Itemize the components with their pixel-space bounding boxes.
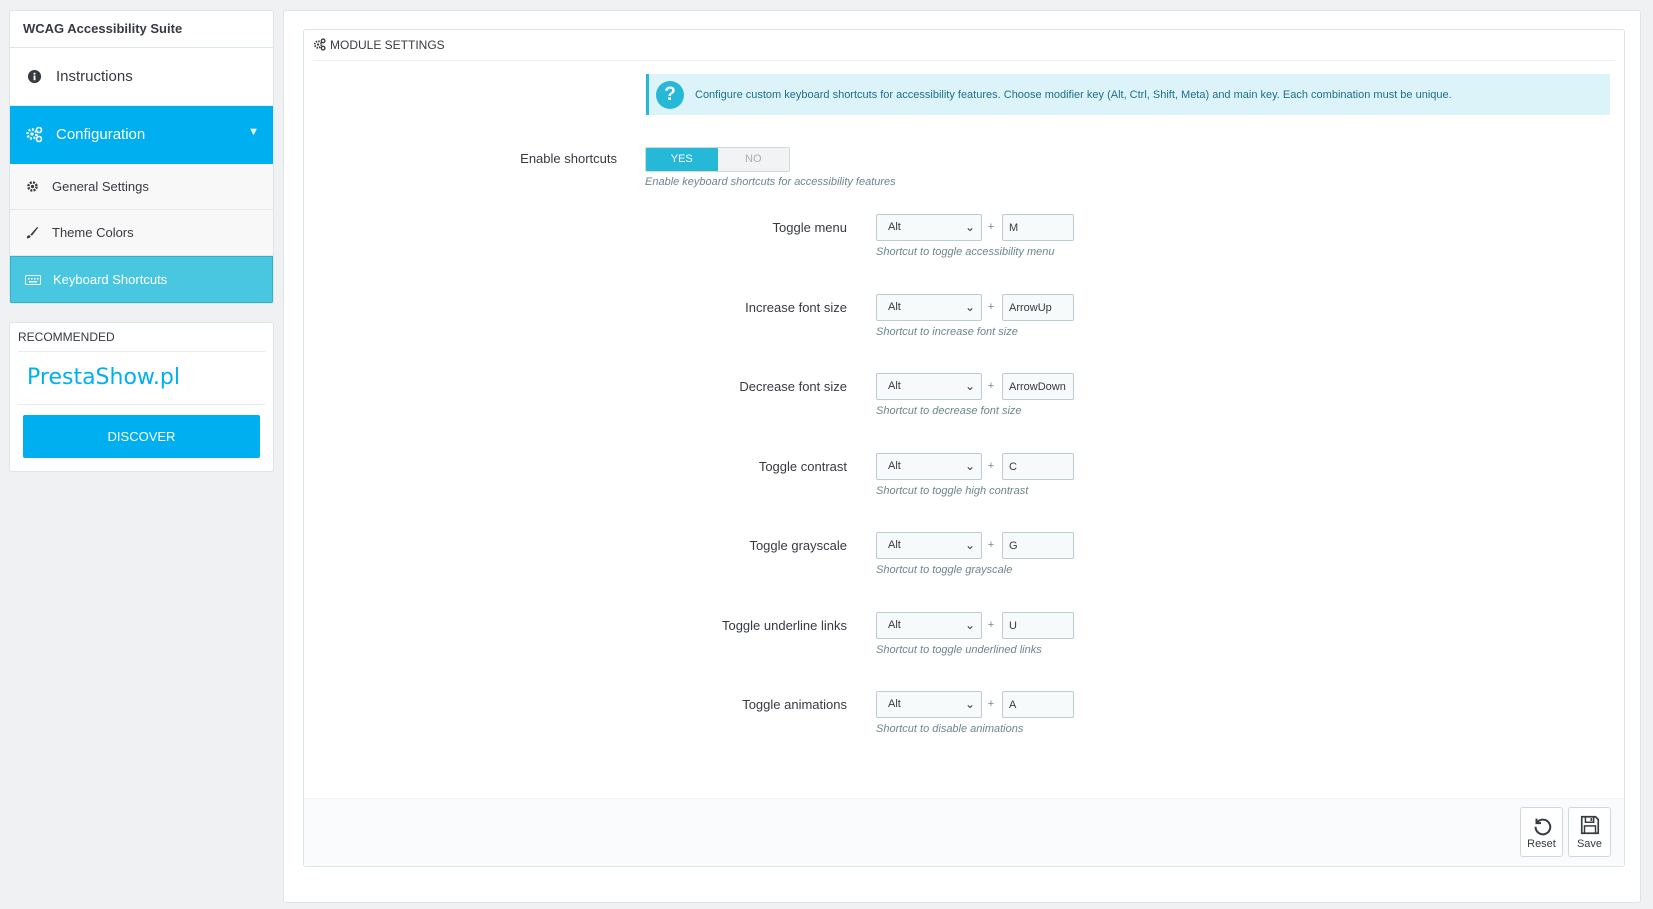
main-content: MODULE SETTINGS ? Configure custom keybo…: [283, 10, 1641, 903]
undo-icon: [1534, 818, 1551, 836]
plus-separator: +: [987, 619, 995, 631]
modifier-value: Alt: [888, 380, 901, 392]
key-input[interactable]: [1002, 691, 1074, 718]
save-label: Save: [1576, 838, 1603, 850]
modifier-select[interactable]: Alt ⌄: [876, 532, 982, 559]
info-alert-text: Configure custom keyboard shortcuts for …: [695, 88, 1452, 101]
key-input[interactable]: [1002, 294, 1074, 321]
modifier-value: Alt: [888, 301, 901, 313]
modifier-select[interactable]: Alt ⌄: [876, 214, 982, 241]
switch-yes[interactable]: YES: [646, 148, 718, 171]
shortcut-label: Increase font size: [745, 300, 847, 315]
module-nav: WCAG Accessibility Suite Instructions Co…: [9, 10, 274, 304]
sidebar-item-general-settings[interactable]: General Settings: [10, 164, 273, 210]
help-text: Enable keyboard shortcuts for accessibil…: [645, 176, 896, 188]
help-text: Shortcut to toggle grayscale: [876, 564, 1013, 576]
cogs-icon: [24, 125, 44, 145]
panel-title: MODULE SETTINGS: [330, 38, 445, 52]
caret-down-icon: ▼: [248, 126, 259, 138]
module-title: WCAG Accessibility Suite: [10, 11, 273, 48]
sidebar-item-label: General Settings: [52, 179, 149, 194]
key-input[interactable]: [1002, 373, 1074, 400]
shortcut-label: Decrease font size: [739, 379, 847, 394]
key-input[interactable]: [1002, 612, 1074, 639]
info-circle-icon: [24, 67, 44, 87]
modifier-value: Alt: [888, 221, 901, 233]
plus-separator: +: [987, 698, 995, 710]
help-text: Shortcut to toggle accessibility menu: [876, 246, 1055, 258]
panel-footer: Reset Save: [304, 798, 1624, 866]
key-input[interactable]: [1002, 532, 1074, 559]
key-input[interactable]: [1002, 214, 1074, 241]
sidebar-item-label: Theme Colors: [52, 225, 134, 240]
nav-item-instructions[interactable]: Instructions: [10, 48, 273, 106]
info-alert: ? Configure custom keyboard shortcuts fo…: [646, 74, 1610, 115]
modifier-select[interactable]: Alt ⌄: [876, 373, 982, 400]
help-text: Shortcut to toggle underlined links: [876, 644, 1042, 656]
plus-separator: +: [987, 539, 995, 551]
question-circle-icon: ?: [656, 80, 684, 109]
floppy-disk-icon: [1580, 815, 1599, 835]
module-settings-panel: MODULE SETTINGS ? Configure custom keybo…: [303, 29, 1625, 867]
plus-separator: +: [987, 221, 995, 233]
modifier-select[interactable]: Alt ⌄: [876, 453, 982, 480]
sidebar-item-keyboard-shortcuts[interactable]: Keyboard Shortcuts: [10, 256, 273, 303]
nav-item-configuration[interactable]: Configuration ▼: [10, 106, 273, 164]
sidebar-item-theme-colors[interactable]: Theme Colors: [10, 210, 273, 256]
modifier-select[interactable]: Alt ⌄: [876, 612, 982, 639]
help-text: Shortcut to toggle high contrast: [876, 485, 1029, 497]
chevron-down-icon: ⌄: [964, 300, 975, 314]
shortcut-label: Toggle underline links: [721, 618, 847, 633]
switch-no[interactable]: NO: [717, 148, 789, 171]
reset-label: Reset: [1527, 838, 1556, 850]
shortcut-label: Toggle menu: [772, 220, 847, 235]
nav-item-label: Configuration: [56, 126, 146, 143]
chevron-down-icon: ⌄: [964, 697, 975, 711]
chevron-down-icon: ⌄: [964, 220, 975, 234]
brush-icon: [24, 225, 40, 241]
chevron-down-icon: ⌄: [964, 618, 975, 632]
panel-heading: MODULE SETTINGS: [313, 30, 1615, 61]
chevron-down-icon: ⌄: [964, 379, 975, 393]
help-text: Shortcut to decrease font size: [876, 405, 1022, 417]
modifier-value: Alt: [888, 539, 901, 551]
plus-separator: +: [987, 380, 995, 392]
cogs-icon: [313, 38, 327, 52]
gear-icon: [24, 179, 40, 195]
plus-separator: +: [987, 301, 995, 313]
enable-shortcuts-label: Enable shortcuts: [520, 151, 617, 166]
chevron-down-icon: ⌄: [964, 459, 975, 473]
reset-button[interactable]: Reset: [1520, 807, 1563, 857]
recommended-brand-logo[interactable]: PrestaShow.pl: [18, 352, 265, 405]
nav-item-label: Instructions: [56, 68, 133, 85]
modifier-select[interactable]: Alt ⌄: [876, 294, 982, 321]
recommended-panel: RECOMMENDED PrestaShow.pl DISCOVER: [9, 322, 274, 472]
plus-separator: +: [987, 460, 995, 472]
help-text: Shortcut to increase font size: [876, 326, 1018, 338]
discover-button[interactable]: DISCOVER: [23, 415, 260, 458]
save-button[interactable]: Save: [1568, 807, 1611, 857]
modifier-value: Alt: [888, 619, 901, 631]
modifier-select[interactable]: Alt ⌄: [876, 691, 982, 718]
modifier-value: Alt: [888, 698, 901, 710]
help-text: Shortcut to disable animations: [876, 723, 1024, 735]
shortcut-label: Toggle grayscale: [749, 538, 847, 553]
shortcut-label: Toggle animations: [742, 697, 847, 712]
enable-shortcuts-switch[interactable]: YES NO: [645, 147, 790, 172]
shortcut-label: Toggle contrast: [758, 459, 847, 474]
chevron-down-icon: ⌄: [964, 538, 975, 552]
recommended-title: RECOMMENDED: [18, 323, 265, 352]
key-input[interactable]: [1002, 453, 1074, 480]
sidebar-item-label: Keyboard Shortcuts: [53, 272, 168, 287]
sidebar: WCAG Accessibility Suite Instructions Co…: [9, 10, 274, 472]
keyboard-icon: [25, 272, 41, 288]
modifier-value: Alt: [888, 460, 901, 472]
